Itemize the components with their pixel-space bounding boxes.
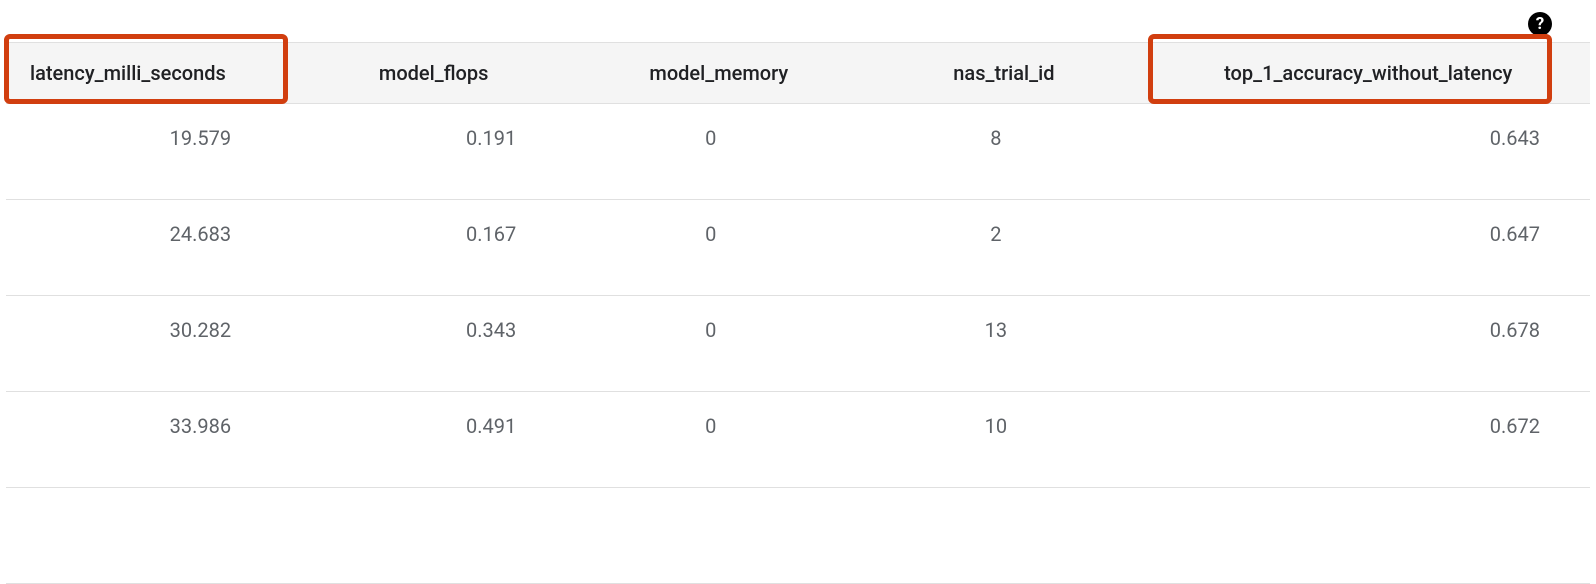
cell-trial-id [861, 488, 1146, 584]
cell-latency: 30.282 [6, 296, 291, 392]
cell-latency: 19.579 [6, 104, 291, 200]
cell-trial-id: 8 [861, 104, 1146, 200]
cell-memory: 0 [576, 104, 861, 200]
column-header-memory[interactable]: model_memory [576, 43, 861, 104]
cell-trial-id: 13 [861, 296, 1146, 392]
cell-latency [6, 488, 291, 584]
column-header-trial-id[interactable]: nas_trial_id [861, 43, 1146, 104]
cell-accuracy: 0.678 [1146, 296, 1590, 392]
cell-latency: 33.986 [6, 392, 291, 488]
cell-flops: 0.191 [291, 104, 576, 200]
cell-memory [576, 488, 861, 584]
cell-trial-id: 2 [861, 200, 1146, 296]
cell-latency: 24.683 [6, 200, 291, 296]
cell-accuracy: 0.647 [1146, 200, 1590, 296]
cell-flops [291, 488, 576, 584]
cell-flops: 0.343 [291, 296, 576, 392]
cell-memory: 0 [576, 200, 861, 296]
table-row[interactable] [6, 488, 1590, 584]
cell-accuracy: 0.643 [1146, 104, 1590, 200]
cell-flops: 0.167 [291, 200, 576, 296]
table-row[interactable]: 33.986 0.491 0 10 0.672 [6, 392, 1590, 488]
column-header-accuracy[interactable]: top_1_accuracy_without_latency [1146, 43, 1590, 104]
cell-accuracy: 0.672 [1146, 392, 1590, 488]
table-row[interactable]: 30.282 0.343 0 13 0.678 [6, 296, 1590, 392]
cell-memory: 0 [576, 296, 861, 392]
table-header-row: latency_milli_seconds model_flops model_… [6, 43, 1590, 104]
table-row[interactable]: 19.579 0.191 0 8 0.643 [6, 104, 1590, 200]
cell-accuracy [1146, 488, 1590, 584]
metrics-table-container: latency_milli_seconds model_flops model_… [0, 0, 1596, 584]
column-header-latency[interactable]: latency_milli_seconds [6, 43, 291, 104]
column-header-flops[interactable]: model_flops [291, 43, 576, 104]
table-row[interactable]: 24.683 0.167 0 2 0.647 [6, 200, 1590, 296]
help-icon[interactable]: ? [1528, 12, 1552, 36]
metrics-table: latency_milli_seconds model_flops model_… [6, 42, 1590, 584]
cell-memory: 0 [576, 392, 861, 488]
cell-flops: 0.491 [291, 392, 576, 488]
cell-trial-id: 10 [861, 392, 1146, 488]
